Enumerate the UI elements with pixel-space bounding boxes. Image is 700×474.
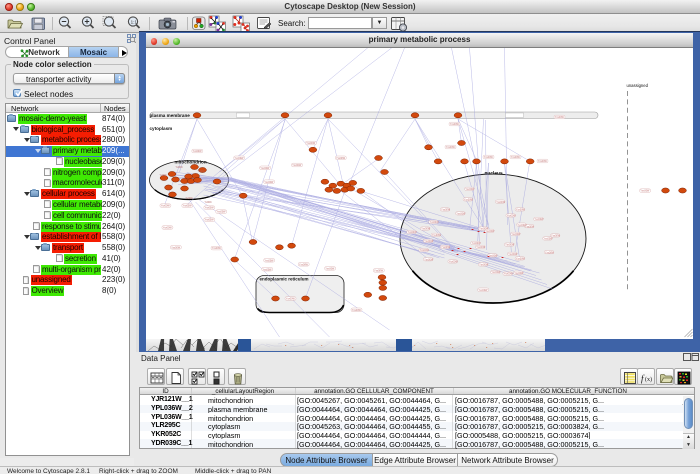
svg-text:cytoplasm: cytoplasm bbox=[150, 126, 173, 131]
svg-text:Yxx00W: Yxx00W bbox=[516, 209, 526, 212]
svg-text:Yxx00W: Yxx00W bbox=[163, 227, 173, 230]
svg-text:Yxx00W: Yxx00W bbox=[449, 261, 459, 264]
svg-text:Yxx00W: Yxx00W bbox=[260, 167, 270, 170]
svg-text:Yxx00W: Yxx00W bbox=[507, 215, 517, 218]
svg-text:Yxx00W: Yxx00W bbox=[555, 116, 565, 119]
svg-text:Yxx00W: Yxx00W bbox=[464, 198, 474, 201]
svg-text:Yxx00W: Yxx00W bbox=[518, 224, 528, 227]
svg-text:Yxx00W: Yxx00W bbox=[408, 231, 418, 234]
svg-text:Yxx00W: Yxx00W bbox=[505, 244, 515, 247]
svg-text:Yxx00W: Yxx00W bbox=[535, 218, 545, 221]
svg-text:Yxx00W: Yxx00W bbox=[171, 246, 181, 249]
svg-text:Yxx00W: Yxx00W bbox=[421, 228, 431, 231]
svg-text:mitochondrion: mitochondrion bbox=[175, 160, 207, 165]
svg-text:Yxx00W: Yxx00W bbox=[430, 221, 440, 224]
svg-text:Yxx00W: Yxx00W bbox=[205, 207, 215, 210]
svg-text:Yxx00W: Yxx00W bbox=[336, 157, 346, 160]
svg-text:Yxx00W: Yxx00W bbox=[263, 268, 273, 271]
svg-text:Yxx00W: Yxx00W bbox=[516, 257, 526, 260]
svg-text:Yxx00W: Yxx00W bbox=[265, 259, 275, 262]
svg-text:Yxx00W: Yxx00W bbox=[456, 212, 466, 215]
svg-text:Yxx00W: Yxx00W bbox=[508, 253, 518, 256]
svg-text:nucleus: nucleus bbox=[485, 171, 503, 177]
svg-text:Yxx00W: Yxx00W bbox=[485, 230, 495, 233]
svg-text:Yxx00W: Yxx00W bbox=[514, 272, 524, 275]
svg-text:Yxx00W: Yxx00W bbox=[264, 181, 274, 184]
svg-text:Yxx00W: Yxx00W bbox=[545, 251, 555, 254]
svg-text:Yx00C: Yx00C bbox=[198, 170, 205, 173]
svg-text:Yxx00W: Yxx00W bbox=[479, 289, 489, 292]
svg-text:Yxx00W: Yxx00W bbox=[306, 142, 316, 145]
svg-text:Yxx00W: Yxx00W bbox=[441, 246, 451, 249]
svg-text:Yxx00W: Yxx00W bbox=[441, 209, 451, 212]
svg-text:Yxx00W: Yxx00W bbox=[465, 188, 475, 191]
svg-text:Yxx00W: Yxx00W bbox=[544, 238, 554, 241]
svg-text:Yxx00W: Yxx00W bbox=[299, 263, 309, 266]
svg-text:Yx00C: Yx00C bbox=[186, 197, 193, 200]
svg-text:Yxx00W: Yxx00W bbox=[491, 271, 501, 274]
svg-text:plasma membrane: plasma membrane bbox=[150, 113, 191, 118]
svg-text:Yxx00W: Yxx00W bbox=[292, 164, 302, 167]
svg-text:Yxx00W: Yxx00W bbox=[640, 190, 650, 193]
svg-text:1:1: 1:1 bbox=[131, 19, 138, 24]
svg-text:Yxx00W: Yxx00W bbox=[235, 157, 245, 160]
svg-text:Yxx00W: Yxx00W bbox=[424, 258, 434, 261]
svg-text:Yxx00W: Yxx00W bbox=[374, 270, 384, 273]
svg-text:Yxx00W: Yxx00W bbox=[479, 264, 489, 267]
svg-text:Yxx00W: Yxx00W bbox=[193, 150, 203, 153]
svg-text:endoplasmic reticulum: endoplasmic reticulum bbox=[260, 277, 309, 282]
svg-text:Yx00C: Yx00C bbox=[176, 166, 183, 169]
svg-text:Yxx00W: Yxx00W bbox=[496, 201, 506, 204]
svg-text:Yxx00W: Yxx00W bbox=[504, 273, 514, 276]
svg-text:Yxx00W: Yxx00W bbox=[472, 242, 482, 245]
svg-text:Yxx00W: Yxx00W bbox=[484, 156, 494, 159]
svg-text:Yxx00W: Yxx00W bbox=[511, 233, 521, 236]
svg-text:Yxx00W: Yxx00W bbox=[325, 268, 335, 271]
svg-text:Yxx00W: Yxx00W bbox=[488, 254, 498, 257]
svg-text:unassigned: unassigned bbox=[627, 83, 649, 88]
svg-text:Yxx00W: Yxx00W bbox=[525, 225, 535, 228]
svg-text:Yxx00W: Yxx00W bbox=[432, 234, 442, 237]
svg-text:Yxx00W: Yxx00W bbox=[205, 219, 215, 222]
svg-text:Yxx00W: Yxx00W bbox=[538, 160, 548, 163]
svg-text:Yxx00W: Yxx00W bbox=[551, 235, 561, 238]
svg-text:Yxx00W: Yxx00W bbox=[212, 247, 222, 250]
svg-text:Yxx00W: Yxx00W bbox=[424, 240, 434, 243]
svg-text:Yxx00W: Yxx00W bbox=[476, 246, 486, 249]
svg-text:Yxx00W: Yxx00W bbox=[352, 309, 362, 312]
svg-text:Yxx00W: Yxx00W bbox=[420, 249, 430, 252]
svg-text:Yxx00W: Yxx00W bbox=[183, 205, 193, 208]
svg-text:Yx00C: Yx00C bbox=[160, 174, 167, 177]
svg-text:Yx00C: Yx00C bbox=[205, 201, 212, 204]
svg-text:Yxx00W: Yxx00W bbox=[161, 205, 171, 208]
svg-text:(x): (x) bbox=[645, 376, 652, 383]
svg-text:Yxx00W: Yxx00W bbox=[446, 146, 456, 149]
svg-text:Yxx00W: Yxx00W bbox=[511, 156, 521, 159]
svg-text:Yxx00W: Yxx00W bbox=[450, 123, 460, 126]
svg-text:Yxx00W: Yxx00W bbox=[217, 211, 227, 214]
svg-text:Yxx00W: Yxx00W bbox=[286, 298, 296, 301]
